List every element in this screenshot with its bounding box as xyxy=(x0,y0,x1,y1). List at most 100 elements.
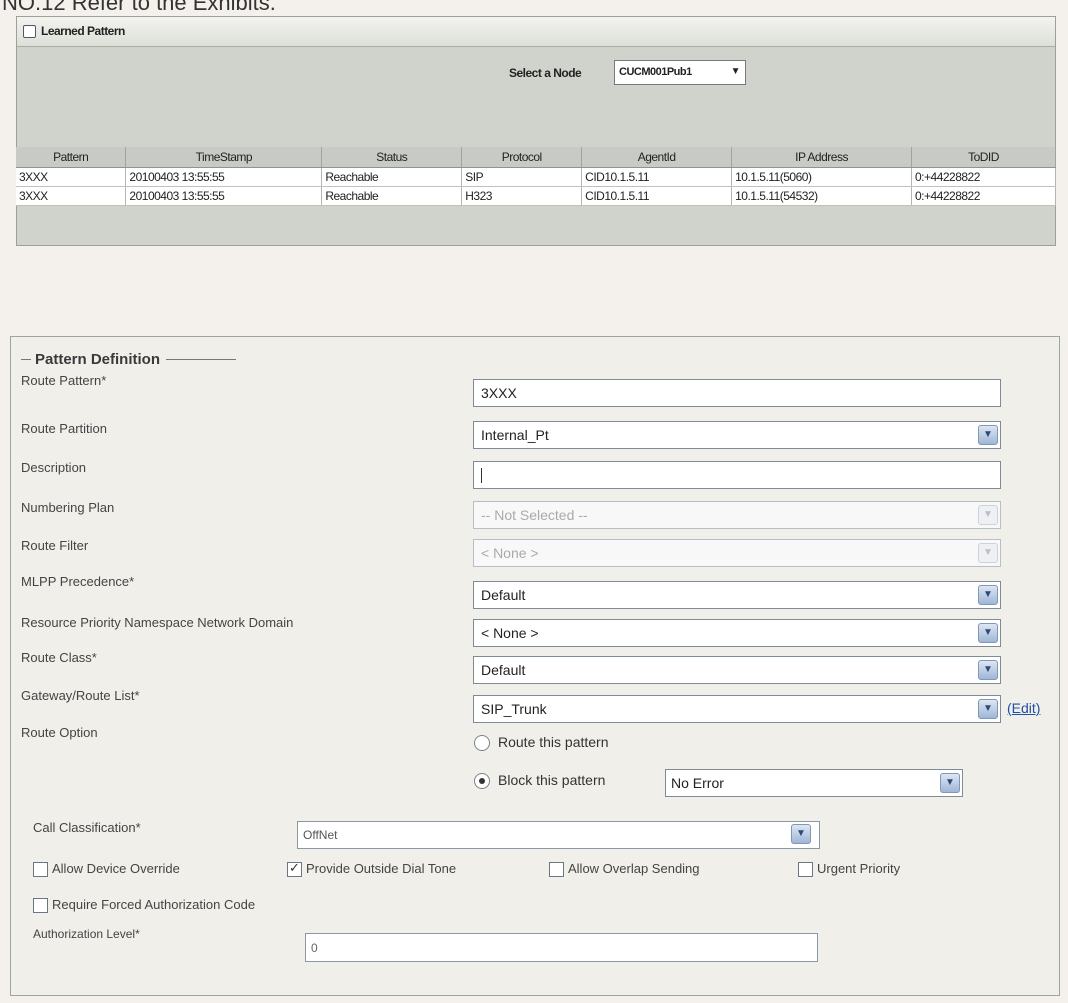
chevron-down-icon: ▼ xyxy=(978,425,998,445)
table-cell: 0:+44228822 xyxy=(911,167,1056,187)
gateway-route-list-label: Gateway/Route List* xyxy=(21,688,140,703)
numbering-plan-label: Numbering Plan xyxy=(21,500,115,515)
urgent-priority-label: Urgent Priority xyxy=(817,861,901,876)
call-classification-value: OffNet xyxy=(303,828,338,842)
resource-priority-select[interactable]: < None > ▼ xyxy=(473,619,1001,647)
chevron-down-icon: ▼ xyxy=(978,585,998,605)
route-this-pattern-label: Route this pattern xyxy=(498,734,609,750)
gateway-route-list-select[interactable]: SIP_Trunk ▼ xyxy=(473,695,1001,723)
column-header[interactable]: Protocol xyxy=(461,147,583,168)
pattern-definition-title: Pattern Definition xyxy=(35,351,161,368)
exhibit-caption: NO.12 Refer to the Exhibits. xyxy=(2,0,276,14)
resource-priority-label: Resource Priority Namespace Network Doma… xyxy=(21,615,294,630)
route-filter-label: Route Filter xyxy=(21,538,89,553)
column-header[interactable]: IP Address xyxy=(731,147,912,168)
authorization-level-input[interactable]: 0 xyxy=(305,933,818,962)
pattern-definition-legend: Pattern Definition xyxy=(21,351,237,368)
table-cell: CID10.1.5.11 xyxy=(581,167,733,187)
table-cell: SIP xyxy=(461,167,583,187)
description-input[interactable] xyxy=(473,461,1001,489)
numbering-plan-value: -- Not Selected -- xyxy=(481,507,588,523)
route-partition-select[interactable]: Internal_Pt ▼ xyxy=(473,421,1001,449)
column-header[interactable]: Pattern xyxy=(16,147,127,168)
column-header[interactable]: ToDID xyxy=(911,147,1056,168)
provide-outside-dial-tone-label: Provide Outside Dial Tone xyxy=(306,861,457,876)
table-cell: Reachable xyxy=(321,167,463,187)
description-label: Description xyxy=(21,460,87,475)
route-class-label: Route Class* xyxy=(21,650,97,665)
node-select-label: Select a Node xyxy=(509,66,582,80)
chevron-down-icon: ▼ xyxy=(978,505,998,525)
table-cell: Reachable xyxy=(321,186,463,206)
resource-priority-value: < None > xyxy=(481,625,539,641)
table-cell: 10.1.5.11(5060) xyxy=(731,167,912,187)
table-cell: 3XXX xyxy=(16,186,127,206)
pattern-definition-panel: Pattern Definition Route Pattern* 3XXX R… xyxy=(10,336,1060,996)
edit-link-wrap: (Edit) xyxy=(1007,700,1040,716)
block-this-pattern-radio[interactable] xyxy=(474,773,490,789)
learned-pattern-panel: Learned Pattern Select a Node CUCM001Pub… xyxy=(16,16,1056,246)
allow-device-override-label: Allow Device Override xyxy=(52,861,180,876)
mlpp-precedence-value: Default xyxy=(481,587,526,603)
allow-device-override-checkbox[interactable] xyxy=(33,862,48,877)
node-selector-row: Select a Node CUCM001Pub1 ▼ xyxy=(17,47,1055,91)
table-cell: 3XXX xyxy=(16,167,127,187)
route-this-pattern-radio[interactable] xyxy=(474,735,490,751)
text-cursor-icon xyxy=(481,468,482,483)
call-classification-select[interactable]: OffNet ▼ xyxy=(297,821,820,849)
route-filter-select: < None > ▼ xyxy=(473,539,1001,567)
gateway-route-list-value: SIP_Trunk xyxy=(481,701,547,717)
urgent-priority-checkbox[interactable] xyxy=(798,862,813,877)
call-classification-label: Call Classification* xyxy=(33,820,141,835)
column-header[interactable]: Status xyxy=(321,147,463,168)
require-forced-auth-code-checkbox[interactable] xyxy=(33,898,48,913)
route-pattern-value: 3XXX xyxy=(481,385,517,401)
table-cell: 0:+44228822 xyxy=(911,186,1056,206)
table-body: 3XXX 20100403 13:55:55 Reachable SIP CID10.1… xyxy=(16,167,1056,206)
chevron-down-icon: ▼ xyxy=(978,660,998,680)
route-partition-value: Internal_Pt xyxy=(481,427,549,443)
legend-dash xyxy=(21,359,31,360)
chevron-down-icon: ▼ xyxy=(791,824,811,844)
route-class-value: Default xyxy=(481,662,526,678)
learned-pattern-title: Learned Pattern xyxy=(41,24,125,38)
column-header[interactable]: TimeStamp xyxy=(125,147,323,168)
authorization-level-value: 0 xyxy=(311,941,318,955)
legend-rule xyxy=(166,359,237,360)
table-header-row: Pattern TimeStamp Status Protocol AgentId IP … xyxy=(16,147,1056,168)
table-cell: 20100403 13:55:55 xyxy=(125,186,323,206)
block-reason-select[interactable]: No Error ▼ xyxy=(665,769,963,797)
table-cell: 20100403 13:55:55 xyxy=(125,167,323,187)
table-cell: H323 xyxy=(461,186,583,206)
block-this-pattern-label: Block this pattern xyxy=(498,772,606,788)
collapse-toggle-icon[interactable] xyxy=(23,25,36,38)
table-row[interactable]: 3XXX 20100403 13:55:55 Reachable H323 CID10.… xyxy=(16,186,1056,206)
chevron-down-icon: ▼ xyxy=(978,699,998,719)
column-header[interactable]: AgentId xyxy=(581,147,733,168)
route-partition-label: Route Partition xyxy=(21,421,107,436)
provide-outside-dial-tone-checkbox[interactable] xyxy=(287,860,302,877)
chevron-down-icon: ▼ xyxy=(978,543,998,563)
node-select[interactable]: CUCM001Pub1 ▼ xyxy=(614,60,746,85)
route-class-select[interactable]: Default ▼ xyxy=(473,656,1001,684)
allow-overlap-sending-checkbox[interactable] xyxy=(549,862,564,877)
mlpp-precedence-label: MLPP Precedence* xyxy=(21,574,135,589)
learned-pattern-titlebar: Learned Pattern xyxy=(17,17,1055,47)
gateway-edit-link[interactable]: (Edit) xyxy=(1007,700,1040,716)
table-cell: CID10.1.5.11 xyxy=(581,186,733,206)
allow-overlap-sending-label: Allow Overlap Sending xyxy=(568,861,700,876)
chevron-down-icon: ▼ xyxy=(940,773,960,793)
chevron-down-icon: ▼ xyxy=(978,623,998,643)
table-cell: 10.1.5.11(54532) xyxy=(731,186,912,206)
route-option-label: Route Option xyxy=(21,725,98,740)
mlpp-precedence-select[interactable]: Default ▼ xyxy=(473,581,1001,609)
chevron-down-icon: ▼ xyxy=(730,66,741,77)
route-pattern-label: Route Pattern* xyxy=(21,373,107,388)
learned-pattern-table: Pattern TimeStamp Status Protocol AgentId IP … xyxy=(16,147,1056,206)
route-pattern-input[interactable]: 3XXX xyxy=(473,379,1001,407)
numbering-plan-select: -- Not Selected -- ▼ xyxy=(473,501,1001,529)
table-row[interactable]: 3XXX 20100403 13:55:55 Reachable SIP CID10.1… xyxy=(16,167,1056,187)
route-filter-value: < None > xyxy=(481,545,539,561)
require-forced-auth-code-label: Require Forced Authorization Code xyxy=(52,897,256,912)
node-select-value: CUCM001Pub1 xyxy=(619,66,692,78)
